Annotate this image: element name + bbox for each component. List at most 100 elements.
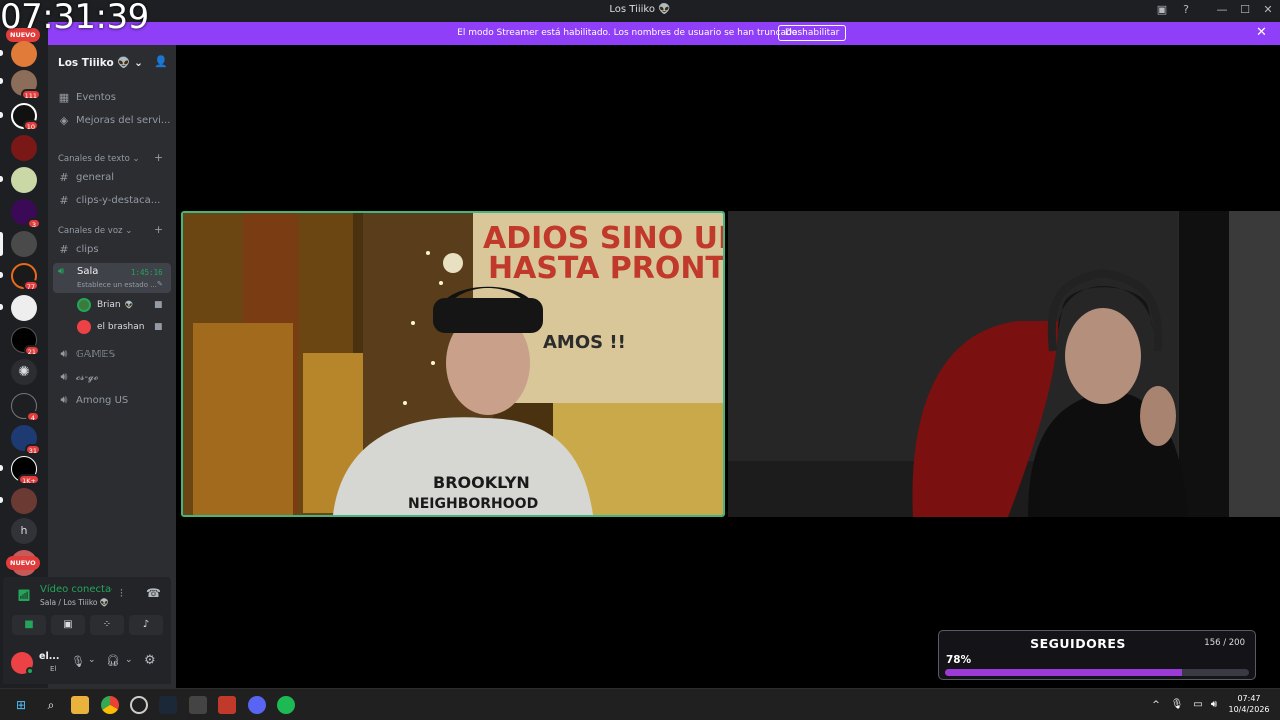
server-icon[interactable]: 1K+: [11, 456, 40, 485]
server-icon[interactable]: [11, 488, 37, 514]
unread-pill: [0, 465, 3, 471]
camera-toggle-button[interactable]: ■: [12, 615, 46, 635]
screen-share-button[interactable]: ▣: [51, 615, 85, 635]
obs-icon[interactable]: [130, 696, 148, 714]
signal-icon: 📶︎: [17, 589, 31, 602]
events-item[interactable]: ▦ Eventos: [58, 91, 116, 104]
chevron-up-icon[interactable]: ^: [1147, 696, 1165, 714]
server-icon[interactable]: 4: [11, 393, 40, 422]
server-icon[interactable]: 21: [11, 327, 40, 356]
camera-icon: ■: [154, 300, 163, 310]
voice-channel-csgo[interactable]: 🔊︎ 𝓬𝓼-𝓰𝓸: [58, 370, 99, 384]
voice-user[interactable]: el brashan: [77, 320, 144, 334]
discord-icon[interactable]: [248, 696, 266, 714]
set-status-text[interactable]: Establece un estado ...: [77, 281, 157, 289]
volume-icon[interactable]: 🔊︎: [1205, 696, 1223, 714]
user-panel: el... El 🎙︎ ⌄ 🎧︎ ⌄ ⚙: [3, 642, 171, 684]
text-category[interactable]: Canales de texto ⌄: [58, 154, 140, 164]
microphone-icon[interactable]: 🎙︎: [1168, 696, 1186, 714]
mention-badge: 21: [23, 345, 40, 356]
voice-channel-games[interactable]: 🔊︎ 𝔾𝔸𝕄𝔼𝕊: [58, 347, 116, 361]
boosts-item[interactable]: ◈ Mejoras del servi...: [58, 114, 171, 127]
app-icon[interactable]: [189, 696, 207, 714]
chrome-icon[interactable]: [101, 696, 119, 714]
new-badge: NUEVO: [6, 556, 40, 570]
voice-channel-among-us[interactable]: 🔊︎ Among US: [58, 393, 129, 407]
disconnect-icon[interactable]: ☎: [146, 586, 161, 600]
octopus-server-icon[interactable]: ✺: [11, 359, 37, 385]
minimize-button[interactable]: —: [1212, 3, 1232, 19]
followers-title: SEGUIDORES: [1030, 636, 1126, 651]
server-icon[interactable]: [11, 295, 37, 321]
noise-suppression-icon[interactable]: ⫶: [120, 587, 123, 601]
maximize-button[interactable]: ☐: [1235, 3, 1255, 19]
taskbar-clock[interactable]: 07:47 10/4/2026: [1222, 693, 1276, 715]
channel-clips-y-destacados[interactable]: # clips-y-destaca...: [58, 194, 160, 207]
unread-pill: [0, 272, 3, 278]
mention-badge: 77: [22, 280, 39, 291]
server-icon[interactable]: [11, 135, 37, 161]
unread-pill: [0, 304, 3, 310]
search-icon[interactable]: ⌕: [42, 696, 60, 714]
server-icon-letter[interactable]: h: [11, 518, 37, 544]
server-icon[interactable]: [11, 167, 37, 193]
mention-badge: 4: [26, 411, 40, 422]
server-icon[interactable]: 3: [11, 199, 41, 229]
server-icon[interactable]: 31: [11, 425, 41, 455]
user-status: El: [50, 665, 57, 673]
soundboard-button[interactable]: ♪: [129, 615, 163, 635]
voice-category[interactable]: Canales de voz ⌄: [58, 226, 132, 236]
file-explorer-icon[interactable]: [71, 696, 89, 714]
microphone-icon[interactable]: 🎙︎: [71, 655, 85, 668]
disable-streamer-button[interactable]: Deshabilitar: [778, 25, 847, 41]
server-icon[interactable]: 10: [11, 103, 39, 131]
server-icon[interactable]: 77: [11, 263, 39, 291]
title-bar: Los Tiiiko 👽 ▣ ? — ☐ ✕: [0, 0, 1280, 22]
pencil-icon[interactable]: ✎: [157, 280, 163, 288]
channel-clips[interactable]: # clips: [58, 243, 98, 256]
svg-text:HASTA PRONTO: HASTA PRONTO: [488, 251, 723, 286]
unread-pill: [0, 497, 3, 503]
server-icon[interactable]: 111: [11, 70, 41, 100]
add-channel-icon[interactable]: +: [154, 151, 163, 164]
mention-badge: 1K+: [18, 474, 40, 485]
calendar-icon: ▦: [58, 91, 70, 104]
chevron-down-icon: ⌄: [125, 226, 133, 236]
taskbar: ⊞ ⌕ ^ 🎙︎ ▭ 🔊︎ 07:47 10/4/2026: [0, 688, 1280, 720]
help-icon[interactable]: ?: [1176, 3, 1196, 19]
hashtag-icon: #: [59, 171, 69, 184]
streamer-mode-banner: El modo Streamer está habilitado. Los no…: [48, 22, 1280, 45]
media-app-icon[interactable]: [218, 696, 236, 714]
spotify-icon[interactable]: [277, 696, 295, 714]
video-tile-brian[interactable]: ADIOS SINO UN HASTA PRONTO AMOS !! BROOK…: [181, 211, 725, 517]
steam-icon[interactable]: [159, 696, 177, 714]
activities-button[interactable]: ⁘: [90, 615, 124, 635]
events-label: Eventos: [76, 92, 116, 103]
clock-time: 07:47: [1237, 694, 1261, 703]
gear-icon[interactable]: ⚙: [144, 653, 156, 668]
windows-start-icon[interactable]: ⊞: [12, 696, 30, 714]
banner-text: El modo Streamer está habilitado. Los no…: [457, 28, 800, 38]
close-banner-icon[interactable]: ✕: [1256, 25, 1267, 40]
headphones-icon[interactable]: 🎧︎: [106, 654, 120, 667]
webcam-feed: [728, 211, 1280, 517]
svg-text:BROOKLYN: BROOKLYN: [433, 473, 530, 492]
add-channel-icon[interactable]: +: [154, 223, 163, 236]
server-icon[interactable]: [11, 231, 37, 257]
chevron-down-icon[interactable]: ⌄: [125, 655, 133, 665]
close-window-button[interactable]: ✕: [1258, 3, 1278, 19]
server-icon[interactable]: [11, 41, 37, 67]
channel-general[interactable]: # general: [58, 171, 114, 184]
alien-icon: 👽: [124, 301, 134, 309]
unread-pill: [0, 176, 3, 182]
video-tile-el-brashan[interactable]: [728, 211, 1280, 517]
voice-channel-sala[interactable]: 🔊︎ Sala 1:45:16 Establece un estado ... …: [53, 263, 171, 293]
inbox-icon[interactable]: ▣: [1152, 3, 1172, 19]
boost-icon: ◈: [59, 114, 69, 127]
voice-user[interactable]: Brian 👽: [77, 298, 133, 312]
add-member-icon[interactable]: 👤: [154, 55, 168, 68]
server-name: Los Tiiiko 👽: [58, 57, 131, 69]
voice-location[interactable]: Sala / Los Tiiiko 👽: [40, 598, 109, 607]
server-name-header[interactable]: Los Tiiiko 👽 ⌄: [58, 56, 143, 69]
chevron-down-icon[interactable]: ⌄: [88, 655, 96, 665]
